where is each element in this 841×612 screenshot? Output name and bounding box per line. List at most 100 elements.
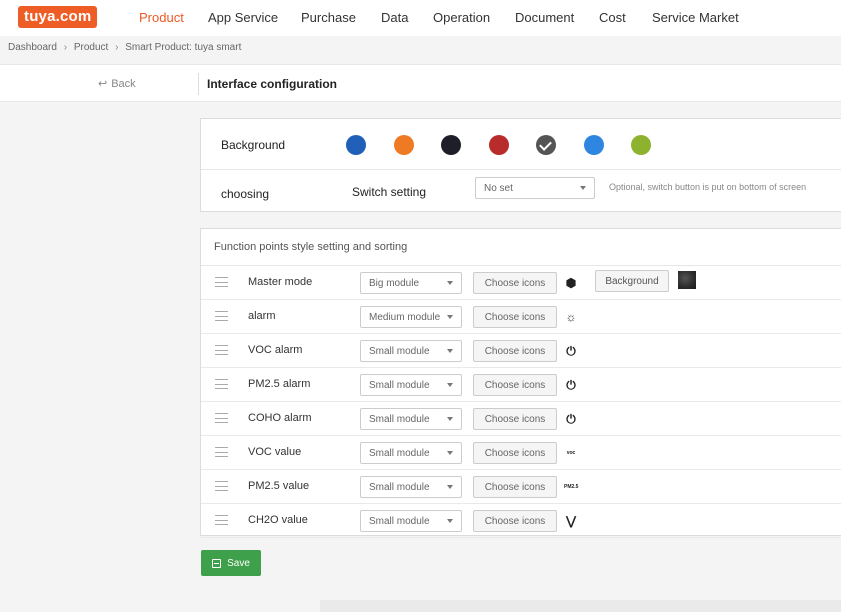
nav-item-cost[interactable]: Cost (599, 10, 626, 25)
breadcrumb-smart-product: Smart Product: tuya smart (125, 42, 242, 53)
caret-down-icon (580, 186, 586, 190)
caret-down-icon (447, 315, 453, 319)
header-divider (198, 73, 199, 95)
color-swatch-black[interactable] (441, 135, 461, 155)
function-name: COHO alarm (248, 412, 312, 424)
switch-setting-value: No set (484, 182, 513, 194)
module-select-value: Small module (369, 447, 430, 459)
alarm-icon: ☼ (565, 310, 577, 324)
choose-icons-button[interactable]: Choose icons (473, 272, 557, 294)
table-row: VOC value Small module Choose icons voc (201, 436, 841, 470)
nav-item-app-service[interactable]: App Service (208, 10, 278, 25)
caret-down-icon (447, 281, 453, 285)
table-row: VOC alarm Small module Choose icons ⏻ (201, 334, 841, 368)
drag-handle-icon[interactable] (215, 481, 228, 491)
choose-icons-button[interactable]: Choose icons (473, 374, 557, 396)
back-arrow-icon: ↩ (98, 78, 108, 90)
breadcrumb-product[interactable]: Product (74, 42, 108, 53)
color-swatch-green[interactable] (631, 135, 651, 155)
color-swatch-orange[interactable] (394, 135, 414, 155)
switch-setting-label: Switch setting (352, 185, 427, 199)
choose-icons-button[interactable]: Choose icons (473, 510, 557, 532)
switch-hint: Optional, switch button is put on bottom… (609, 182, 807, 192)
table-row: alarm Medium module Choose icons ☼ (201, 300, 841, 334)
color-swatch-gray[interactable] (536, 135, 556, 155)
caret-down-icon (447, 417, 453, 421)
background-thumbnail[interactable] (678, 271, 696, 289)
save-label: Save (227, 557, 250, 569)
drag-handle-icon[interactable] (215, 515, 228, 525)
chevron-right-icon: › (115, 42, 119, 53)
background-button[interactable]: Background (595, 270, 669, 292)
background-panel: Background choosing Switch setting No se… (200, 118, 841, 212)
color-swatch-blue[interactable] (346, 135, 366, 155)
choosing-label: choosing (221, 187, 270, 201)
color-swatch-lightblue[interactable] (584, 135, 604, 155)
choose-icons-button[interactable]: Choose icons (473, 306, 557, 328)
function-name: alarm (248, 310, 276, 322)
chevron-right-icon: › (63, 42, 68, 53)
choose-icons-button[interactable]: Choose icons (473, 476, 557, 498)
caret-down-icon (447, 451, 453, 455)
drag-handle-icon[interactable] (215, 345, 228, 355)
module-select-value: Small module (369, 413, 430, 425)
function-name: VOC alarm (248, 344, 303, 356)
module-select[interactable]: Big module (360, 272, 462, 294)
caret-down-icon (447, 485, 453, 489)
module-select-value: Small module (369, 379, 430, 391)
voc-icon: voc (566, 450, 576, 456)
breadcrumb-dashboard[interactable]: Dashboard (8, 42, 57, 53)
function-points-panel: Function points style setting and sortin… (200, 228, 841, 538)
nav-item-data[interactable]: Data (381, 10, 408, 25)
drag-handle-icon[interactable] (215, 311, 228, 321)
drag-handle-icon[interactable] (215, 379, 228, 389)
module-select[interactable]: Small module (360, 340, 462, 362)
drag-handle-icon[interactable] (215, 447, 228, 457)
choose-icons-button[interactable]: Choose icons (473, 340, 557, 362)
breadcrumb: Dashboard › Product › Smart Product: tuy… (8, 42, 241, 53)
function-name: Master mode (248, 276, 313, 288)
top-nav: tuya.com Product App Service Purchase Da… (0, 0, 841, 36)
power-icon: ⏻ (566, 344, 576, 358)
color-swatch-red[interactable] (489, 135, 509, 155)
nav-item-purchase[interactable]: Purchase (301, 10, 356, 25)
nav-item-document[interactable]: Document (515, 10, 574, 25)
module-select[interactable]: Small module (360, 510, 462, 532)
back-label: Back (111, 77, 136, 90)
choose-icons-button[interactable]: Choose icons (473, 442, 557, 464)
back-link[interactable]: ↩ Back (98, 77, 136, 91)
choose-icons-button[interactable]: Choose icons (473, 408, 557, 430)
drag-handle-icon[interactable] (215, 277, 228, 287)
nav-item-product[interactable]: Product (139, 10, 184, 25)
function-name: PM2.5 value (248, 480, 310, 492)
module-select[interactable]: Small module (360, 442, 462, 464)
table-row: Master mode Big module Choose icons ⬢ Ba… (201, 266, 841, 300)
nav-item-operation[interactable]: Operation (433, 10, 490, 25)
pm-icon: PM2.5 (564, 484, 579, 490)
tuya-logo[interactable]: tuya.com (18, 6, 98, 28)
module-select[interactable]: Medium module (360, 306, 462, 328)
function-name: VOC value (248, 446, 302, 458)
page-title: Interface configuration (207, 77, 338, 91)
background-label: Background (221, 138, 286, 152)
switch-setting-select[interactable]: No set (475, 177, 595, 199)
module-select[interactable]: Small module (360, 408, 462, 430)
table-row: PM2.5 alarm Small module Choose icons ⏻ (201, 368, 841, 402)
table-row: CH2O value Small module Choose icons ⋁ (201, 504, 841, 538)
drag-handle-icon[interactable] (215, 413, 228, 423)
nav-item-service-market[interactable]: Service Market (652, 10, 739, 25)
hexagon-icon: ⬢ (565, 276, 577, 290)
table-row: PM2.5 value Small module Choose icons PM… (201, 470, 841, 504)
module-select[interactable]: Small module (360, 476, 462, 498)
module-select-value: Small module (369, 481, 430, 493)
module-select-value: Big module (369, 277, 420, 289)
divider (201, 169, 841, 170)
power-icon: ⏻ (566, 412, 576, 426)
page-header: ↩ Back Interface configuration (0, 64, 841, 102)
save-icon (212, 558, 222, 568)
function-points-title: Function points style setting and sortin… (214, 241, 408, 253)
module-select-value: Small module (369, 515, 430, 527)
module-select[interactable]: Small module (360, 374, 462, 396)
function-name: CH2O value (248, 514, 308, 526)
save-button[interactable]: Save (201, 550, 261, 576)
